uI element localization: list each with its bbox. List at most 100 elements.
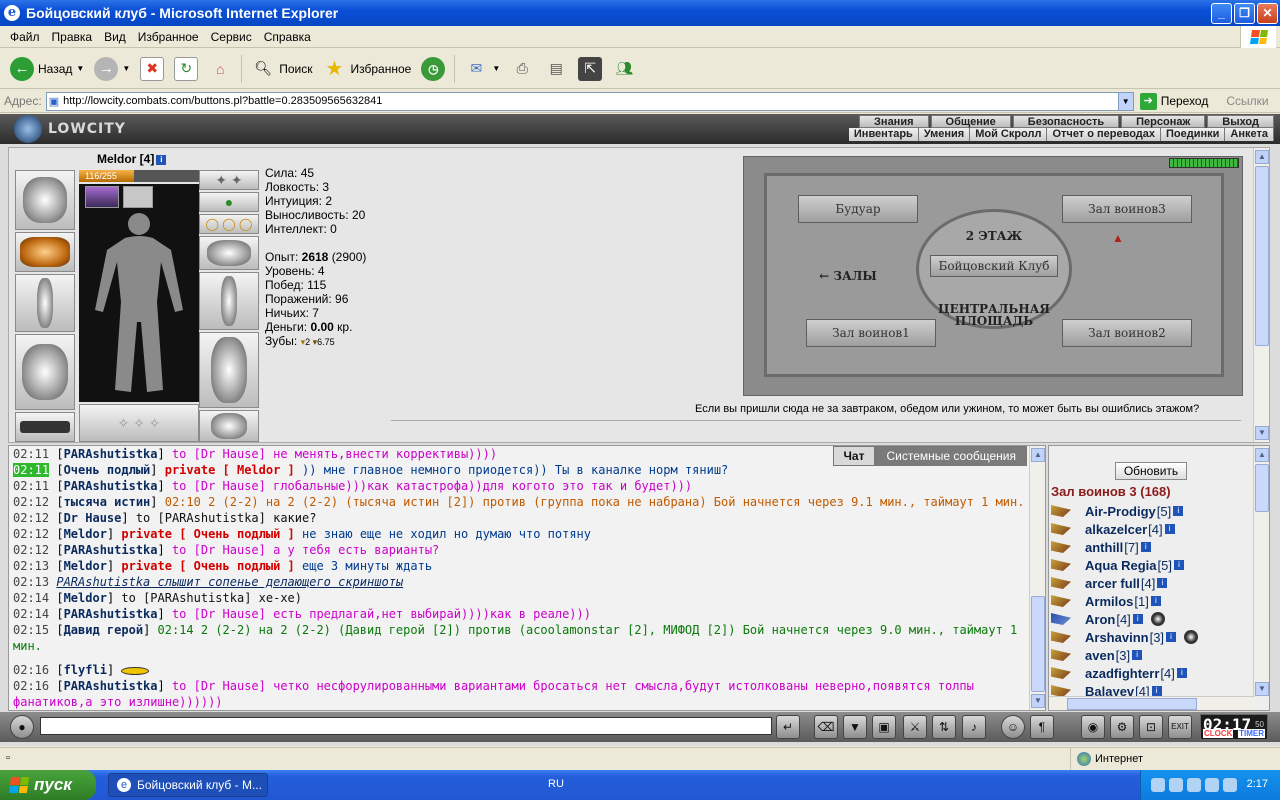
scroll-up-icon[interactable]: ▲ [1255,448,1269,462]
tray-icon[interactable] [1205,778,1219,792]
chat-private[interactable]: private [ Очень подлый ] [121,527,294,541]
forward-dropdown-icon[interactable]: ▼ [122,64,130,73]
chat-time[interactable]: 02:16 [13,679,49,693]
nav-communication[interactable]: Общение [930,115,1011,128]
lock-icon[interactable]: ⊡ [1139,715,1163,739]
info-icon[interactable]: i [1132,614,1143,624]
subnav-scroll[interactable]: Мой Скролл [970,128,1048,141]
chat-private[interactable]: private [ Meldor ] [165,463,295,477]
club-button[interactable]: Бойцовский Клуб [930,255,1058,277]
info-icon[interactable]: i [1140,542,1151,552]
clan-flag-icon[interactable] [1051,577,1071,589]
nav-knowledge[interactable]: Знания [859,115,929,128]
clan-flag-icon[interactable] [1051,595,1071,607]
chat-nick[interactable]: flyfli [64,663,107,677]
nav-character[interactable]: Персонаж [1121,115,1206,128]
subnav-skills[interactable]: Умения [918,128,971,141]
player-row[interactable]: aven [3] i [1051,646,1251,664]
player-row[interactable]: Armilos [1] i [1051,592,1251,610]
player-name[interactable]: alkazelcer [1085,522,1147,537]
player-name[interactable]: Aqua Regia [1085,558,1157,573]
smiley-icon[interactable]: ☺ [1001,715,1025,739]
belt-slot[interactable] [15,412,75,442]
address-dropdown-icon[interactable]: ▼ [1117,92,1133,110]
chat-time[interactable]: 02:12 [13,511,49,525]
rings-slot[interactable]: ◯ ◯ ◯ [199,214,259,234]
chat-nick[interactable]: Meldor [64,559,107,573]
scroll-thumb[interactable] [1067,698,1197,710]
players-scrollbar[interactable]: ▲ ▼ [1253,446,1269,698]
chat-nick[interactable]: PARAshutistka [64,607,158,621]
player-name[interactable]: Air-Prodigy [1085,504,1156,519]
tray-icon[interactable] [1151,778,1165,792]
clear-icon[interactable]: ⌫ [814,715,838,739]
chat-time[interactable]: 02:16 [13,663,49,677]
chat-time[interactable]: 02:13 [13,575,49,589]
chat-nick[interactable]: Meldor [64,591,107,605]
clan-flag-icon[interactable] [1051,541,1071,553]
chat-nick[interactable]: PARAshutistka [64,447,158,461]
chat-nick[interactable]: Meldor [64,527,107,541]
halls-link[interactable]: ← ЗАЛЫ [808,269,888,283]
bracers-slot[interactable] [15,232,75,272]
clan-flag-icon[interactable] [1051,667,1071,679]
chat-time[interactable]: 02:12 [13,543,49,557]
start-button[interactable]: пуск [0,770,96,800]
menu-help[interactable]: Справка [258,30,317,44]
scroll-thumb[interactable] [1255,464,1269,512]
go-button[interactable]: ➔ Переход [1139,92,1208,110]
player-name[interactable]: Armilos [1085,594,1133,609]
player-name[interactable]: anthill [1085,540,1123,555]
players-hscrollbar[interactable] [1049,696,1255,710]
tab-chat[interactable]: Чат [832,446,876,466]
tab-system-messages[interactable]: Системные сообщения [875,446,1027,466]
upper-scrollbar[interactable]: ▲ ▼ [1253,148,1269,442]
scroll-up-icon[interactable]: ▲ [1031,448,1045,462]
info-icon[interactable]: i [1151,686,1162,696]
player-row[interactable]: alkazelcer [4] i [1051,520,1251,538]
subnav-transfers[interactable]: Отчет о переводах [1047,128,1162,141]
info-icon[interactable]: i [1132,650,1143,660]
room-warriors-3[interactable]: Зал воинов3 [1062,195,1192,223]
filter-icon[interactable]: ▼ [843,715,867,739]
language-indicator[interactable]: RU [548,778,564,790]
chat-options-icon[interactable]: ● [10,715,34,739]
info-icon[interactable]: i [1166,632,1177,642]
info-icon[interactable]: i [1176,668,1187,678]
maximize-button[interactable]: ❐ [1234,3,1255,24]
minimize-button[interactable]: _ [1211,3,1232,24]
address-input[interactable]: ▣ http://lowcity.combats.com/buttons.pl?… [45,91,1134,111]
subnav-battles[interactable]: Поединки [1161,128,1226,141]
refresh-button[interactable]: ↻ [170,52,202,86]
chat-scrollbar[interactable]: ▲ ▼ [1029,446,1045,710]
scroll-down-icon[interactable]: ▼ [1255,682,1269,696]
settings-icon[interactable]: ⚙ [1110,715,1134,739]
chat-time[interactable]: 02:11 [13,463,50,477]
armor-slot[interactable] [15,334,75,410]
player-row[interactable]: azadfighterr [4] i [1051,664,1251,682]
earrings-slot[interactable]: ✦ ✦ [199,170,259,190]
effect-icon[interactable] [123,186,153,208]
info-icon[interactable]: i [1173,560,1184,570]
chat-time[interactable]: 02:15 [13,623,49,637]
site-logo[interactable]: LOWCITY [14,115,142,143]
player-row[interactable]: Aron [4] i [1051,610,1251,628]
character-doll[interactable] [79,184,199,402]
info-icon[interactable]: i [1173,506,1184,516]
taskbar-ie-window[interactable]: e Бойцовский клуб - M... [108,773,268,797]
boots-slot[interactable] [199,410,259,442]
gloves-slot[interactable] [199,236,259,270]
chat-nick[interactable]: PARAshutistka [64,679,158,693]
chat-nick[interactable]: Очень подлый [64,463,151,477]
chat-time[interactable]: 02:11 [13,479,49,493]
chat-time[interactable]: 02:12 [13,527,49,541]
mail-button[interactable]: ✉ ▼ [460,52,504,86]
search-button[interactable]: 🔍︎ Поиск [247,52,316,86]
edit-button[interactable]: ▤ [540,52,572,86]
forward-button[interactable]: → ▼ [90,52,134,86]
save-icon[interactable]: ▣ [872,715,896,739]
favorites-button[interactable]: ★ Избранное [319,52,416,86]
stop-button[interactable]: ✖ [136,52,168,86]
chat-time[interactable]: 02:14 [13,591,49,605]
close-button[interactable]: ✕ [1257,3,1278,24]
